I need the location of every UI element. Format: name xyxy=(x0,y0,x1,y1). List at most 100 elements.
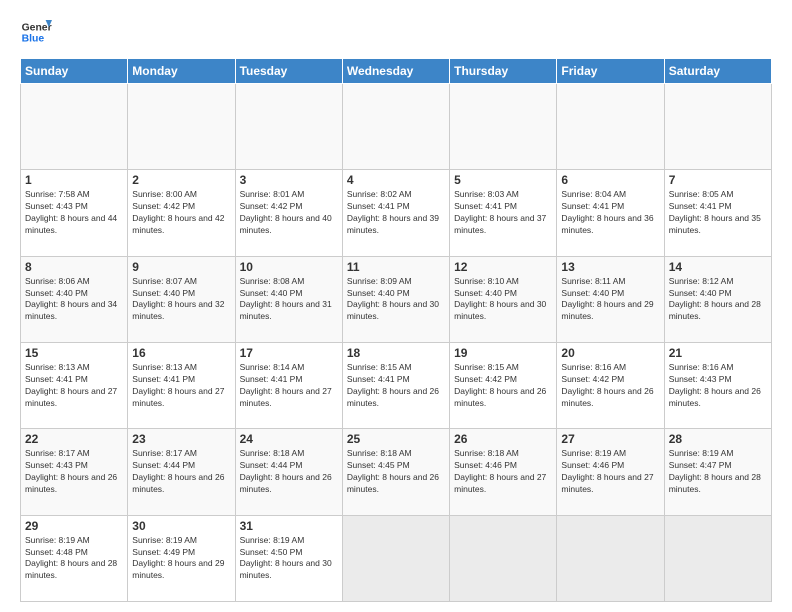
cell-info: Sunrise: 8:11 AMSunset: 4:40 PMDaylight:… xyxy=(561,276,653,322)
cell-info: Sunrise: 8:02 AMSunset: 4:41 PMDaylight:… xyxy=(347,189,439,235)
calendar-week: 15 Sunrise: 8:13 AMSunset: 4:41 PMDaylig… xyxy=(21,342,772,428)
day-number: 29 xyxy=(25,519,123,533)
day-number: 14 xyxy=(669,260,767,274)
day-number: 4 xyxy=(347,173,445,187)
day-number: 19 xyxy=(454,346,552,360)
header-day: Thursday xyxy=(450,59,557,84)
calendar-week: 1 Sunrise: 7:58 AMSunset: 4:43 PMDayligh… xyxy=(21,170,772,256)
calendar-cell: 13 Sunrise: 8:11 AMSunset: 4:40 PMDaylig… xyxy=(557,256,664,342)
calendar-cell: 14 Sunrise: 8:12 AMSunset: 4:40 PMDaylig… xyxy=(664,256,771,342)
day-number: 26 xyxy=(454,432,552,446)
calendar-cell: 30 Sunrise: 8:19 AMSunset: 4:49 PMDaylig… xyxy=(128,515,235,601)
day-number: 10 xyxy=(240,260,338,274)
calendar-cell xyxy=(557,84,664,170)
day-number: 17 xyxy=(240,346,338,360)
cell-info: Sunrise: 8:13 AMSunset: 4:41 PMDaylight:… xyxy=(132,362,224,408)
day-number: 1 xyxy=(25,173,123,187)
cell-info: Sunrise: 8:19 AMSunset: 4:47 PMDaylight:… xyxy=(669,448,761,494)
calendar-cell: 1 Sunrise: 7:58 AMSunset: 4:43 PMDayligh… xyxy=(21,170,128,256)
day-number: 5 xyxy=(454,173,552,187)
calendar-cell xyxy=(664,515,771,601)
calendar-cell: 25 Sunrise: 8:18 AMSunset: 4:45 PMDaylig… xyxy=(342,429,449,515)
cell-info: Sunrise: 8:19 AMSunset: 4:50 PMDaylight:… xyxy=(240,535,332,581)
calendar-cell xyxy=(342,515,449,601)
day-number: 8 xyxy=(25,260,123,274)
logo-icon: General Blue xyxy=(20,16,52,48)
cell-info: Sunrise: 8:15 AMSunset: 4:41 PMDaylight:… xyxy=(347,362,439,408)
day-number: 20 xyxy=(561,346,659,360)
cell-info: Sunrise: 8:19 AMSunset: 4:46 PMDaylight:… xyxy=(561,448,653,494)
cell-info: Sunrise: 8:07 AMSunset: 4:40 PMDaylight:… xyxy=(132,276,224,322)
calendar-cell: 28 Sunrise: 8:19 AMSunset: 4:47 PMDaylig… xyxy=(664,429,771,515)
calendar-week xyxy=(21,84,772,170)
day-number: 11 xyxy=(347,260,445,274)
calendar-cell: 9 Sunrise: 8:07 AMSunset: 4:40 PMDayligh… xyxy=(128,256,235,342)
calendar-cell: 15 Sunrise: 8:13 AMSunset: 4:41 PMDaylig… xyxy=(21,342,128,428)
cell-info: Sunrise: 8:03 AMSunset: 4:41 PMDaylight:… xyxy=(454,189,546,235)
calendar-cell: 4 Sunrise: 8:02 AMSunset: 4:41 PMDayligh… xyxy=(342,170,449,256)
calendar-cell: 5 Sunrise: 8:03 AMSunset: 4:41 PMDayligh… xyxy=(450,170,557,256)
day-number: 23 xyxy=(132,432,230,446)
calendar-cell: 23 Sunrise: 8:17 AMSunset: 4:44 PMDaylig… xyxy=(128,429,235,515)
cell-info: Sunrise: 8:17 AMSunset: 4:44 PMDaylight:… xyxy=(132,448,224,494)
cell-info: Sunrise: 8:15 AMSunset: 4:42 PMDaylight:… xyxy=(454,362,546,408)
calendar-cell: 11 Sunrise: 8:09 AMSunset: 4:40 PMDaylig… xyxy=(342,256,449,342)
cell-info: Sunrise: 8:19 AMSunset: 4:48 PMDaylight:… xyxy=(25,535,117,581)
calendar-cell xyxy=(557,515,664,601)
calendar-cell: 22 Sunrise: 8:17 AMSunset: 4:43 PMDaylig… xyxy=(21,429,128,515)
cell-info: Sunrise: 8:05 AMSunset: 4:41 PMDaylight:… xyxy=(669,189,761,235)
calendar-cell: 8 Sunrise: 8:06 AMSunset: 4:40 PMDayligh… xyxy=(21,256,128,342)
calendar-cell: 31 Sunrise: 8:19 AMSunset: 4:50 PMDaylig… xyxy=(235,515,342,601)
calendar-cell: 24 Sunrise: 8:18 AMSunset: 4:44 PMDaylig… xyxy=(235,429,342,515)
header-day: Monday xyxy=(128,59,235,84)
calendar-cell xyxy=(342,84,449,170)
cell-info: Sunrise: 8:08 AMSunset: 4:40 PMDaylight:… xyxy=(240,276,332,322)
calendar-cell: 6 Sunrise: 8:04 AMSunset: 4:41 PMDayligh… xyxy=(557,170,664,256)
cell-info: Sunrise: 8:19 AMSunset: 4:49 PMDaylight:… xyxy=(132,535,224,581)
cell-info: Sunrise: 8:17 AMSunset: 4:43 PMDaylight:… xyxy=(25,448,117,494)
day-number: 31 xyxy=(240,519,338,533)
day-number: 15 xyxy=(25,346,123,360)
calendar-week: 22 Sunrise: 8:17 AMSunset: 4:43 PMDaylig… xyxy=(21,429,772,515)
cell-info: Sunrise: 8:12 AMSunset: 4:40 PMDaylight:… xyxy=(669,276,761,322)
cell-info: Sunrise: 8:04 AMSunset: 4:41 PMDaylight:… xyxy=(561,189,653,235)
day-number: 24 xyxy=(240,432,338,446)
page: General Blue SundayMondayTuesdayWednesda… xyxy=(0,0,792,612)
calendar-cell: 16 Sunrise: 8:13 AMSunset: 4:41 PMDaylig… xyxy=(128,342,235,428)
day-number: 18 xyxy=(347,346,445,360)
calendar-table: SundayMondayTuesdayWednesdayThursdayFrid… xyxy=(20,58,772,602)
calendar-cell: 20 Sunrise: 8:16 AMSunset: 4:42 PMDaylig… xyxy=(557,342,664,428)
cell-info: Sunrise: 8:16 AMSunset: 4:42 PMDaylight:… xyxy=(561,362,653,408)
day-number: 6 xyxy=(561,173,659,187)
day-number: 28 xyxy=(669,432,767,446)
calendar-cell: 27 Sunrise: 8:19 AMSunset: 4:46 PMDaylig… xyxy=(557,429,664,515)
calendar-cell: 21 Sunrise: 8:16 AMSunset: 4:43 PMDaylig… xyxy=(664,342,771,428)
header-day: Saturday xyxy=(664,59,771,84)
cell-info: Sunrise: 8:18 AMSunset: 4:45 PMDaylight:… xyxy=(347,448,439,494)
day-number: 13 xyxy=(561,260,659,274)
calendar-cell: 29 Sunrise: 8:19 AMSunset: 4:48 PMDaylig… xyxy=(21,515,128,601)
header-day: Wednesday xyxy=(342,59,449,84)
calendar-cell xyxy=(128,84,235,170)
header-day: Tuesday xyxy=(235,59,342,84)
calendar-cell: 12 Sunrise: 8:10 AMSunset: 4:40 PMDaylig… xyxy=(450,256,557,342)
logo: General Blue xyxy=(20,16,56,48)
cell-info: Sunrise: 8:01 AMSunset: 4:42 PMDaylight:… xyxy=(240,189,332,235)
day-number: 21 xyxy=(669,346,767,360)
calendar-cell xyxy=(450,515,557,601)
calendar-cell: 18 Sunrise: 8:15 AMSunset: 4:41 PMDaylig… xyxy=(342,342,449,428)
calendar-cell: 2 Sunrise: 8:00 AMSunset: 4:42 PMDayligh… xyxy=(128,170,235,256)
day-number: 27 xyxy=(561,432,659,446)
cell-info: Sunrise: 8:13 AMSunset: 4:41 PMDaylight:… xyxy=(25,362,117,408)
calendar-cell xyxy=(21,84,128,170)
day-number: 7 xyxy=(669,173,767,187)
calendar-cell: 19 Sunrise: 8:15 AMSunset: 4:42 PMDaylig… xyxy=(450,342,557,428)
calendar-cell: 7 Sunrise: 8:05 AMSunset: 4:41 PMDayligh… xyxy=(664,170,771,256)
day-number: 2 xyxy=(132,173,230,187)
calendar-cell: 10 Sunrise: 8:08 AMSunset: 4:40 PMDaylig… xyxy=(235,256,342,342)
calendar-cell: 3 Sunrise: 8:01 AMSunset: 4:42 PMDayligh… xyxy=(235,170,342,256)
day-number: 25 xyxy=(347,432,445,446)
calendar-week: 8 Sunrise: 8:06 AMSunset: 4:40 PMDayligh… xyxy=(21,256,772,342)
day-number: 3 xyxy=(240,173,338,187)
calendar-cell xyxy=(664,84,771,170)
